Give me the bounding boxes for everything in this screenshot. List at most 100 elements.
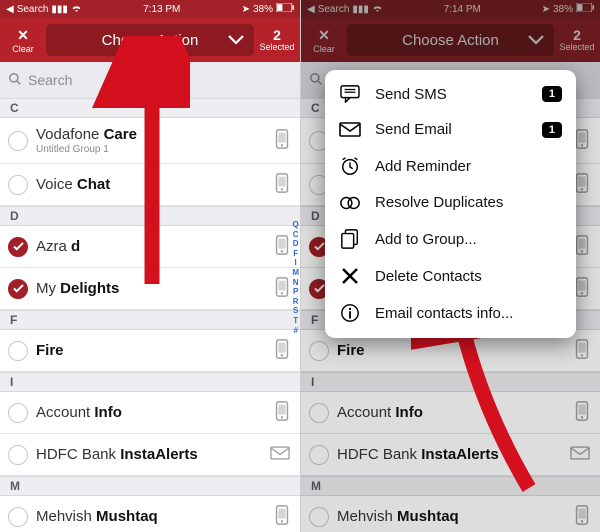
- section-header: M: [0, 476, 300, 496]
- contact-name: HDFC Bank InstaAlerts: [36, 446, 270, 463]
- choose-action-button[interactable]: Choose Action: [347, 24, 554, 56]
- contact-row[interactable]: My Delights: [0, 268, 300, 310]
- contact-row[interactable]: Voice Chat: [0, 164, 300, 206]
- popup-item-sms[interactable]: Send SMS1: [325, 76, 576, 112]
- index-letter[interactable]: #: [293, 326, 297, 336]
- contact-name: Mehvish Mushtaq: [337, 508, 574, 525]
- checkbox-empty-icon[interactable]: [8, 403, 28, 423]
- checkbox-empty-icon[interactable]: [8, 341, 28, 361]
- checkbox-empty-icon[interactable]: [8, 507, 28, 527]
- choose-action-button[interactable]: Choose Action: [46, 24, 254, 56]
- popup-badge: 1: [542, 86, 562, 102]
- contact-type-icons: [574, 401, 590, 424]
- index-letter[interactable]: M: [292, 268, 299, 278]
- phone-icon: [574, 173, 590, 196]
- checkbox-empty-icon[interactable]: [309, 403, 329, 423]
- popup-badge: 1: [542, 122, 562, 138]
- contact-type-icons: [270, 446, 290, 463]
- contact-type-icons: [574, 277, 590, 300]
- phone-icon: [574, 129, 590, 152]
- close-icon: ✕: [318, 27, 330, 44]
- contact-type-icons: [574, 173, 590, 196]
- close-icon: ✕: [17, 27, 29, 44]
- contact-type-icons: [574, 339, 590, 362]
- action-popup: Send SMS1 Send Email 1 Add ReminderResolve …: [325, 70, 576, 338]
- clear-button[interactable]: ✕ Clear: [6, 27, 40, 54]
- sms-icon: [339, 85, 361, 103]
- phone-icon: [574, 401, 590, 424]
- info-icon: [339, 303, 361, 323]
- choose-action-label: Choose Action: [402, 32, 499, 49]
- index-bar[interactable]: QCDFIMNPRST#: [292, 220, 299, 335]
- popup-item-label: Delete Contacts: [375, 268, 562, 285]
- checkbox-checked-icon[interactable]: [8, 279, 28, 299]
- index-letter[interactable]: I: [295, 258, 297, 268]
- battery-pct: 38%: [553, 4, 573, 15]
- contact-row[interactable]: Azra d: [0, 226, 300, 268]
- contact-type-icons: [274, 339, 290, 362]
- alarm-icon: [339, 156, 361, 176]
- contact-row[interactable]: Mehvish Mushtaq: [0, 496, 300, 532]
- contact-name: Azra d: [36, 238, 274, 255]
- index-letter[interactable]: R: [293, 297, 299, 307]
- index-letter[interactable]: F: [293, 249, 298, 259]
- checkbox-empty-icon[interactable]: [8, 175, 28, 195]
- contact-name: Fire: [36, 342, 274, 359]
- clear-button[interactable]: ✕ Clear: [307, 27, 341, 54]
- phone-icon: [274, 173, 290, 196]
- battery-pct: 38%: [253, 4, 273, 15]
- selected-counter: 2 Selected: [260, 28, 294, 52]
- index-letter[interactable]: D: [293, 239, 299, 249]
- checkbox-empty-icon[interactable]: [8, 445, 28, 465]
- back-chevron-icon: ◀: [6, 4, 14, 15]
- clear-label: Clear: [12, 44, 34, 54]
- contact-row[interactable]: Mehvish Mushtaq: [301, 496, 600, 532]
- status-back: Search: [17, 4, 49, 15]
- index-letter[interactable]: S: [293, 306, 298, 316]
- selected-counter: 2 Selected: [560, 28, 594, 52]
- contact-type-icons: [274, 277, 290, 300]
- checkbox-checked-icon[interactable]: [8, 237, 28, 257]
- index-letter[interactable]: T: [293, 316, 298, 326]
- contact-row[interactable]: Vodafone CareUntitled Group 1: [0, 118, 300, 164]
- checkbox-empty-icon[interactable]: [309, 507, 329, 527]
- popup-item-info[interactable]: Email contacts info...: [325, 294, 576, 332]
- popup-item-group[interactable]: Add to Group...: [325, 220, 576, 258]
- contact-subtitle: Untitled Group 1: [36, 144, 274, 155]
- contact-row[interactable]: Account Info: [0, 392, 300, 434]
- contact-name: Fire: [337, 342, 574, 359]
- contact-name: My Delights: [36, 280, 274, 297]
- contact-row[interactable]: HDFC Bank InstaAlerts: [301, 434, 600, 476]
- popup-item-label: Send Email: [375, 121, 528, 138]
- index-letter[interactable]: Q: [293, 220, 299, 230]
- popup-item-alarm[interactable]: Add Reminder: [325, 147, 576, 185]
- popup-item-dup[interactable]: Resolve Duplicates: [325, 185, 576, 220]
- contact-name: Voice Chat: [36, 176, 274, 193]
- search-field[interactable]: Search: [0, 62, 300, 98]
- contact-row[interactable]: Fire: [0, 330, 300, 372]
- search-placeholder: Search: [28, 72, 72, 88]
- checkbox-empty-icon[interactable]: [8, 131, 28, 151]
- popup-item-x[interactable]: Delete Contacts: [325, 258, 576, 294]
- checkbox-empty-icon[interactable]: [309, 445, 329, 465]
- contact-row[interactable]: HDFC Bank InstaAlerts: [0, 434, 300, 476]
- battery-icon: [276, 3, 294, 15]
- status-bar: ◀ Search ▮▮▮ 7:13 PM ➤ 38%: [0, 0, 300, 18]
- popup-item-mail[interactable]: Send Email 1: [325, 112, 576, 147]
- nav-bar: ✕ Clear Choose Action 2 Selected: [301, 18, 600, 62]
- index-letter[interactable]: P: [293, 287, 298, 297]
- location-icon: ➤: [542, 4, 550, 15]
- index-letter[interactable]: N: [293, 278, 299, 288]
- contact-type-icons: [274, 401, 290, 424]
- contact-name: Account Info: [36, 404, 274, 421]
- right-screenshot: ◀ Search ▮▮▮ 7:14 PM ➤ 38% ✕ Clear: [300, 0, 600, 532]
- contact-row[interactable]: Account Info: [301, 392, 600, 434]
- contact-list-left[interactable]: QCDFIMNPRST# C Vodafone CareUntitled Grou…: [0, 98, 300, 532]
- index-letter[interactable]: C: [293, 230, 299, 240]
- popup-item-label: Email contacts info...: [375, 305, 562, 322]
- section-header: M: [301, 476, 600, 496]
- battery-icon: [576, 3, 594, 15]
- checkbox-empty-icon[interactable]: [309, 341, 329, 361]
- chevron-down-icon: [528, 32, 544, 49]
- phone-icon: [274, 129, 290, 152]
